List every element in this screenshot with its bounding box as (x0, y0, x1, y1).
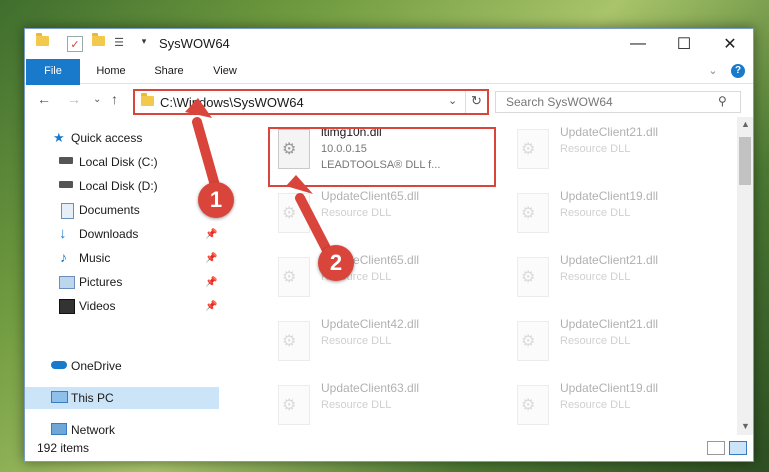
annotation-arrows (185, 98, 335, 261)
annotation-marker-2: 2 (318, 245, 354, 281)
annotation-marker-1: 1 (198, 182, 234, 218)
